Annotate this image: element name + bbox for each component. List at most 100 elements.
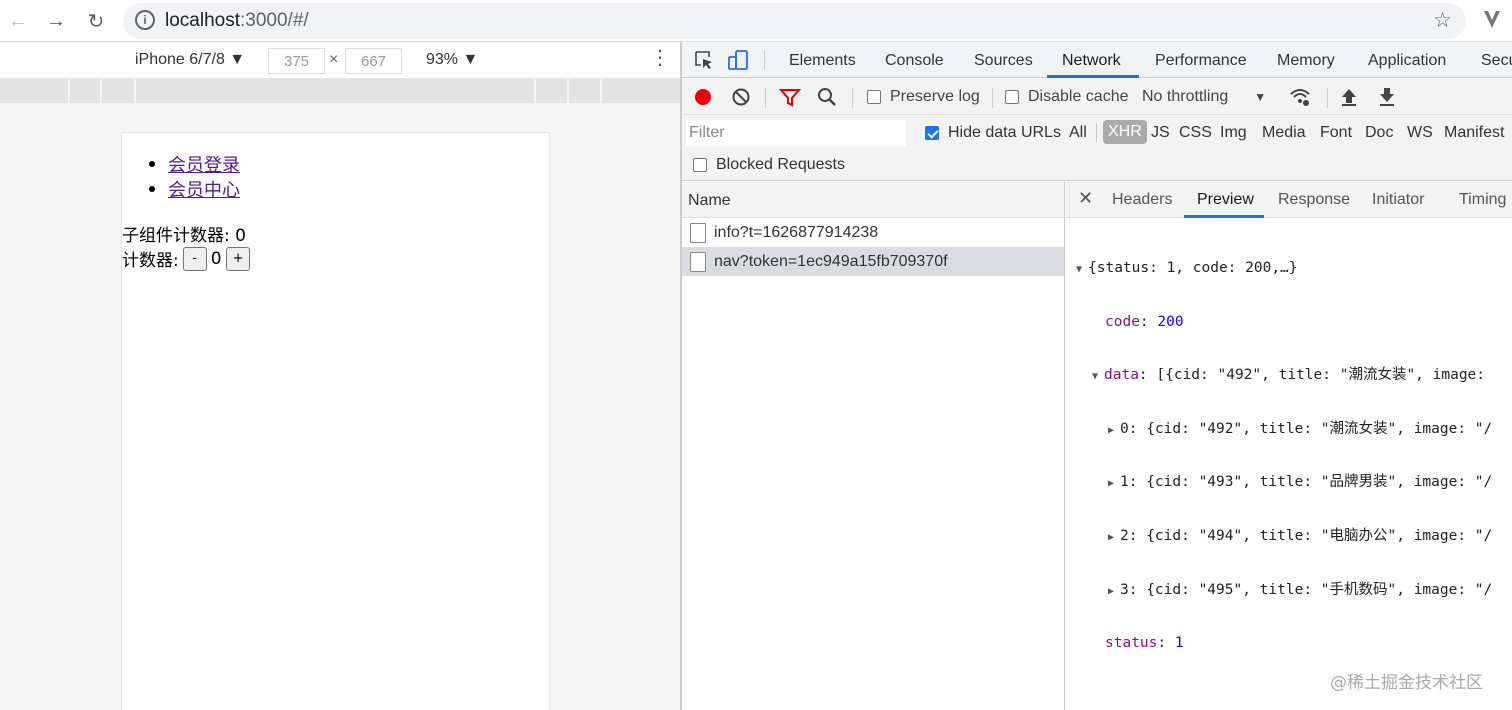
device-toolbar: iPhone 6/7/8 ▼ 375 × 667 93% ▼ ⋮ — [0, 42, 680, 79]
tab-performance[interactable]: Performance — [1155, 52, 1247, 70]
counter-row: 计数器: - 0 + — [122, 246, 254, 271]
collapsed-triangle-icon: ▶ — [1108, 585, 1115, 597]
url-text[interactable]: localhost:3000/#/ — [165, 10, 309, 32]
close-icon[interactable]: ✕ — [1078, 188, 1093, 209]
type-filter-manifest[interactable]: Manifest — [1444, 124, 1504, 142]
checkbox-icon — [1005, 90, 1019, 104]
height-input[interactable]: 667 — [345, 48, 402, 74]
type-filter-img[interactable]: Img — [1220, 124, 1247, 142]
active-tab-indicator — [1184, 215, 1264, 218]
network-conditions-icon[interactable] — [1289, 86, 1311, 108]
tab-application[interactable]: Application — [1368, 52, 1446, 70]
filter-input[interactable] — [686, 120, 906, 146]
request-name: info?t=1626877914238 — [714, 223, 879, 241]
url-path: :3000/#/ — [240, 10, 309, 31]
hide-data-urls-checkbox[interactable]: Hide data URLs — [925, 124, 1061, 142]
request-detail-panel: ✕ Headers Preview Response Initiator Tim… — [1066, 182, 1512, 710]
tab-timing[interactable]: Timing — [1459, 191, 1506, 209]
tab-preview[interactable]: Preview — [1197, 191, 1254, 209]
json-value: [{cid: "492", title: "潮流女装", image: — [1156, 367, 1494, 384]
clear-icon[interactable] — [730, 86, 752, 108]
filter-icon[interactable] — [779, 86, 801, 108]
tab-security[interactable]: Secu — [1481, 52, 1512, 70]
blocked-requests-label: Blocked Requests — [716, 156, 845, 173]
disable-cache-checkbox[interactable]: Disable cache — [1005, 88, 1129, 106]
throttling-label: No throttling — [1142, 88, 1229, 105]
import-har-icon[interactable] — [1338, 86, 1360, 108]
blocked-requests-row: Blocked Requests — [682, 151, 1512, 181]
request-name: nav?token=1ec949a15fb709370f — [714, 252, 948, 270]
devtools-tabbar: Elements Console Sources Network Perform… — [682, 42, 1512, 78]
type-filter-media[interactable]: Media — [1262, 124, 1306, 142]
bookmark-star-icon[interactable]: ☆ — [1433, 8, 1452, 33]
export-har-icon[interactable] — [1376, 86, 1398, 108]
type-filter-css[interactable]: CSS — [1179, 124, 1212, 142]
counter-label: 计数器: — [122, 251, 179, 271]
json-root[interactable]: ▼ {status: 1, code: 200,…} — [1076, 258, 1494, 280]
request-row-selected[interactable]: nav?token=1ec949a15fb709370f — [682, 247, 1064, 276]
width-input[interactable]: 375 — [268, 48, 325, 74]
zoom-select[interactable]: 93% ▼ — [426, 51, 478, 69]
type-filter-all[interactable]: All — [1069, 124, 1087, 142]
increment-button[interactable]: + — [225, 246, 251, 271]
document-icon — [690, 251, 706, 272]
json-array-item[interactable]: ▶ 1: {cid: "493", title: "品牌男装", image: "… — [1076, 472, 1494, 494]
json-array-item[interactable]: ▶ 3: {cid: "495", title: "手机数码", image: "… — [1076, 580, 1494, 602]
url-host: localhost — [165, 10, 240, 31]
json-key: status — [1105, 635, 1158, 652]
disable-cache-label: Disable cache — [1028, 88, 1129, 105]
tab-network[interactable]: Network — [1062, 52, 1121, 70]
member-login-link[interactable]: 会员登录 — [168, 155, 240, 176]
forward-icon[interactable]: → — [42, 7, 70, 35]
site-info-icon[interactable]: i — [135, 10, 155, 30]
tab-elements[interactable]: Elements — [789, 52, 856, 70]
device-toggle-icon[interactable] — [727, 49, 749, 71]
device-viewport: 会员登录 会员中心 子组件计数器: 0 计数器: - 0 + — [0, 103, 680, 710]
checkbox-icon — [867, 90, 881, 104]
checkbox-icon — [693, 158, 707, 172]
devtools-panel: Elements Console Sources Network Perform… — [682, 42, 1512, 710]
tab-memory[interactable]: Memory — [1277, 52, 1335, 70]
request-list: Name info?t=1626877914238 nav?token=1ec9… — [682, 182, 1065, 710]
record-icon[interactable] — [692, 86, 714, 108]
blocked-requests-checkbox[interactable]: Blocked Requests — [693, 156, 845, 174]
child-counter-text: 子组件计数器: 0 — [122, 226, 246, 246]
chevron-down-icon: ▼ — [1254, 90, 1267, 104]
json-colon: : — [1139, 313, 1158, 330]
name-column-header[interactable]: Name — [682, 182, 1064, 218]
more-options-icon[interactable]: ⋮ — [650, 48, 670, 68]
tab-sources[interactable]: Sources — [974, 52, 1033, 70]
tab-response[interactable]: Response — [1278, 191, 1350, 209]
json-item-text: 2: {cid: "494", title: "电脑办公", image: "/ — [1120, 527, 1493, 544]
request-row[interactable]: info?t=1626877914238 — [682, 218, 1064, 247]
type-filter-doc[interactable]: Doc — [1365, 124, 1393, 142]
throttling-select[interactable]: No throttling ▼ — [1142, 88, 1266, 106]
active-tab-indicator — [1047, 75, 1139, 78]
member-center-link[interactable]: 会员中心 — [168, 180, 240, 201]
watermark-text: @稀土掘金技术社区 — [1330, 673, 1483, 693]
tab-console[interactable]: Console — [885, 52, 944, 70]
json-array-item[interactable]: ▶ 2: {cid: "494", title: "电脑办公", image: "… — [1076, 526, 1494, 548]
inspect-element-icon[interactable] — [693, 49, 715, 71]
tab-headers[interactable]: Headers — [1112, 191, 1172, 209]
reload-icon[interactable]: ↻ — [82, 7, 110, 35]
json-array-item[interactable]: ▶ 0: {cid: "492", title: "潮流女装", image: "… — [1076, 419, 1494, 441]
search-icon[interactable] — [816, 86, 838, 108]
json-value: 1 — [1174, 635, 1184, 652]
type-filter-js[interactable]: JS — [1151, 124, 1170, 142]
list-item: 会员中心 — [149, 176, 240, 201]
tab-initiator[interactable]: Initiator — [1372, 191, 1424, 209]
back-icon[interactable]: ← — [4, 7, 32, 35]
hide-data-urls-label: Hide data URLs — [948, 124, 1061, 141]
media-query-ruler[interactable] — [0, 79, 680, 103]
extension-icon[interactable] — [1482, 8, 1502, 30]
address-bar[interactable]: i localhost:3000/#/ ☆ — [123, 3, 1466, 39]
type-filter-xhr[interactable]: XHR — [1103, 120, 1147, 144]
device-select[interactable]: iPhone 6/7/8 ▼ — [135, 51, 245, 69]
type-filter-ws[interactable]: WS — [1407, 124, 1433, 142]
type-filter-font[interactable]: Font — [1320, 124, 1352, 142]
preserve-log-checkbox[interactable]: Preserve log — [867, 88, 980, 106]
json-root-summary: {status: 1, code: 200,…} — [1088, 260, 1298, 276]
decrement-button[interactable]: - — [182, 246, 207, 271]
json-prop-data[interactable]: ▼ data: [{cid: "492", title: "潮流女装", imag… — [1076, 365, 1494, 387]
